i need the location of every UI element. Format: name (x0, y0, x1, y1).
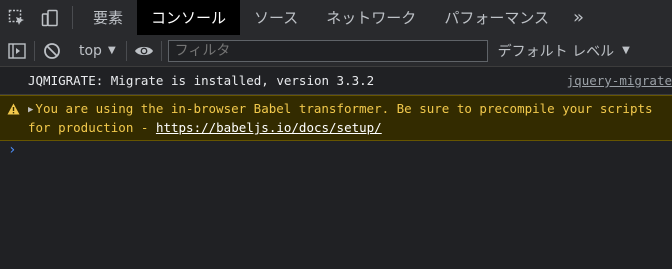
log-levels-dropdown[interactable]: デフォルト レベル ▼ (488, 41, 630, 61)
sidebar-toggle-icon[interactable] (0, 35, 34, 66)
live-expression-eye-icon[interactable] (127, 35, 161, 66)
tab-console[interactable]: コンソール (137, 0, 241, 35)
toolbar-divider (160, 40, 162, 61)
context-selector[interactable]: top ▼ (69, 43, 126, 59)
log-levels-label: デフォルト レベル (497, 43, 615, 60)
warning-icon (7, 102, 20, 120)
console-messages: JQMIGRATE: Migrate is installed, version… (0, 67, 672, 141)
devtools-tabbar: 要素 コンソール ソース ネットワーク パフォーマンス » (0, 0, 672, 36)
caret-down-icon: ▼ (107, 45, 116, 56)
message-source-link[interactable]: jquery-migrate (567, 72, 672, 90)
tabbar-divider (72, 6, 73, 29)
filter-input[interactable] (167, 39, 488, 62)
console-message-warning: ▶ You are using the in-browser Babel tran… (0, 95, 672, 141)
console-message-info: JQMIGRATE: Migrate is installed, version… (0, 67, 672, 95)
clear-console-icon[interactable] (35, 35, 69, 66)
tab-elements[interactable]: 要素 (79, 0, 137, 35)
expand-triangle-icon[interactable]: ▶ (28, 105, 33, 115)
warning-link[interactable]: https://babeljs.io/docs/setup/ (156, 120, 382, 135)
device-toolbar-icon[interactable] (33, 0, 66, 35)
message-text: JQMIGRATE: Migrate is installed, version… (28, 73, 375, 88)
console-toolbar: top ▼ デフォルト レベル ▼ (0, 35, 672, 67)
inspect-element-icon[interactable] (0, 0, 33, 35)
more-tabs-button[interactable]: » (563, 0, 594, 35)
console-prompt-icon[interactable]: › (8, 142, 16, 158)
context-label: top (79, 42, 102, 59)
tab-network[interactable]: ネットワーク (312, 0, 430, 35)
devtools-panel: 要素 コンソール ソース ネットワーク パフォーマンス » top ▼ フィルタ… (0, 0, 672, 269)
caret-down-icon: ▼ (622, 45, 630, 56)
tab-sources[interactable]: ソース (240, 0, 312, 35)
tab-performance[interactable]: パフォーマンス (430, 0, 563, 35)
